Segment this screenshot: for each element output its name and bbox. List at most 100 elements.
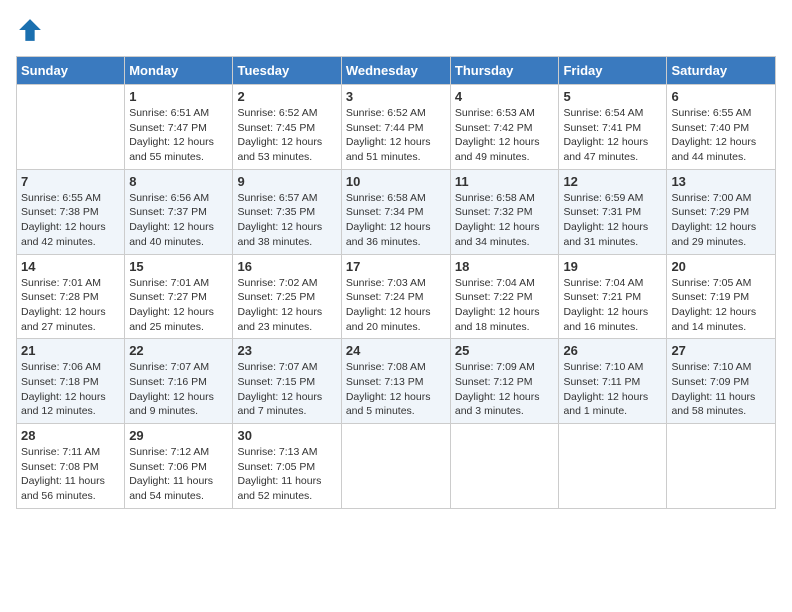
day-number: 25 [455,343,555,358]
calendar-week-row: 14 Sunrise: 7:01 AMSunset: 7:28 PMDaylig… [17,254,776,339]
day-number: 23 [237,343,336,358]
calendar-cell: 7 Sunrise: 6:55 AMSunset: 7:38 PMDayligh… [17,169,125,254]
calendar-cell: 29 Sunrise: 7:12 AMSunset: 7:06 PMDaylig… [125,424,233,509]
day-info: Sunrise: 7:02 AMSunset: 7:25 PMDaylight:… [237,276,336,335]
calendar-cell: 19 Sunrise: 7:04 AMSunset: 7:21 PMDaylig… [559,254,667,339]
calendar-cell: 5 Sunrise: 6:54 AMSunset: 7:41 PMDayligh… [559,85,667,170]
calendar-week-row: 7 Sunrise: 6:55 AMSunset: 7:38 PMDayligh… [17,169,776,254]
day-info: Sunrise: 7:08 AMSunset: 7:13 PMDaylight:… [346,360,446,419]
calendar-cell: 16 Sunrise: 7:02 AMSunset: 7:25 PMDaylig… [233,254,341,339]
day-info: Sunrise: 7:03 AMSunset: 7:24 PMDaylight:… [346,276,446,335]
day-number: 7 [21,174,120,189]
day-info: Sunrise: 6:55 AMSunset: 7:38 PMDaylight:… [21,191,120,250]
day-number: 2 [237,89,336,104]
calendar-cell: 11 Sunrise: 6:58 AMSunset: 7:32 PMDaylig… [450,169,559,254]
calendar-cell: 21 Sunrise: 7:06 AMSunset: 7:18 PMDaylig… [17,339,125,424]
calendar-cell: 3 Sunrise: 6:52 AMSunset: 7:44 PMDayligh… [341,85,450,170]
day-info: Sunrise: 7:04 AMSunset: 7:22 PMDaylight:… [455,276,555,335]
day-number: 1 [129,89,228,104]
calendar-cell: 27 Sunrise: 7:10 AMSunset: 7:09 PMDaylig… [667,339,776,424]
day-number: 29 [129,428,228,443]
calendar-cell: 6 Sunrise: 6:55 AMSunset: 7:40 PMDayligh… [667,85,776,170]
day-number: 13 [671,174,771,189]
header-friday: Friday [559,57,667,85]
day-info: Sunrise: 7:10 AMSunset: 7:11 PMDaylight:… [563,360,662,419]
day-info: Sunrise: 7:11 AMSunset: 7:08 PMDaylight:… [21,445,120,504]
day-info: Sunrise: 6:55 AMSunset: 7:40 PMDaylight:… [671,106,771,165]
calendar-body: 1 Sunrise: 6:51 AMSunset: 7:47 PMDayligh… [17,85,776,509]
day-number: 6 [671,89,771,104]
calendar-cell: 15 Sunrise: 7:01 AMSunset: 7:27 PMDaylig… [125,254,233,339]
day-info: Sunrise: 7:10 AMSunset: 7:09 PMDaylight:… [671,360,771,419]
calendar-week-row: 1 Sunrise: 6:51 AMSunset: 7:47 PMDayligh… [17,85,776,170]
calendar-cell: 10 Sunrise: 6:58 AMSunset: 7:34 PMDaylig… [341,169,450,254]
calendar-week-row: 28 Sunrise: 7:11 AMSunset: 7:08 PMDaylig… [17,424,776,509]
calendar-header-row: Sunday Monday Tuesday Wednesday Thursday… [17,57,776,85]
calendar-cell: 12 Sunrise: 6:59 AMSunset: 7:31 PMDaylig… [559,169,667,254]
calendar-cell [559,424,667,509]
day-info: Sunrise: 6:56 AMSunset: 7:37 PMDaylight:… [129,191,228,250]
day-number: 27 [671,343,771,358]
calendar-cell [341,424,450,509]
calendar-week-row: 21 Sunrise: 7:06 AMSunset: 7:18 PMDaylig… [17,339,776,424]
day-info: Sunrise: 7:05 AMSunset: 7:19 PMDaylight:… [671,276,771,335]
day-info: Sunrise: 7:06 AMSunset: 7:18 PMDaylight:… [21,360,120,419]
header-monday: Monday [125,57,233,85]
calendar-table: Sunday Monday Tuesday Wednesday Thursday… [16,56,776,509]
day-info: Sunrise: 6:59 AMSunset: 7:31 PMDaylight:… [563,191,662,250]
day-number: 15 [129,259,228,274]
header-thursday: Thursday [450,57,559,85]
page-header [16,16,776,44]
day-info: Sunrise: 6:53 AMSunset: 7:42 PMDaylight:… [455,106,555,165]
day-info: Sunrise: 7:07 AMSunset: 7:16 PMDaylight:… [129,360,228,419]
calendar-cell: 13 Sunrise: 7:00 AMSunset: 7:29 PMDaylig… [667,169,776,254]
calendar-cell: 9 Sunrise: 6:57 AMSunset: 7:35 PMDayligh… [233,169,341,254]
day-number: 9 [237,174,336,189]
day-number: 24 [346,343,446,358]
day-info: Sunrise: 7:01 AMSunset: 7:28 PMDaylight:… [21,276,120,335]
day-info: Sunrise: 6:54 AMSunset: 7:41 PMDaylight:… [563,106,662,165]
calendar-cell: 26 Sunrise: 7:10 AMSunset: 7:11 PMDaylig… [559,339,667,424]
day-number: 4 [455,89,555,104]
calendar-cell: 1 Sunrise: 6:51 AMSunset: 7:47 PMDayligh… [125,85,233,170]
logo-icon [16,16,44,44]
day-info: Sunrise: 6:52 AMSunset: 7:44 PMDaylight:… [346,106,446,165]
calendar-cell [667,424,776,509]
calendar-cell: 14 Sunrise: 7:01 AMSunset: 7:28 PMDaylig… [17,254,125,339]
day-info: Sunrise: 7:13 AMSunset: 7:05 PMDaylight:… [237,445,336,504]
day-number: 16 [237,259,336,274]
calendar-cell: 23 Sunrise: 7:07 AMSunset: 7:15 PMDaylig… [233,339,341,424]
day-number: 20 [671,259,771,274]
day-number: 14 [21,259,120,274]
day-info: Sunrise: 7:01 AMSunset: 7:27 PMDaylight:… [129,276,228,335]
day-number: 30 [237,428,336,443]
calendar-cell: 4 Sunrise: 6:53 AMSunset: 7:42 PMDayligh… [450,85,559,170]
day-number: 10 [346,174,446,189]
calendar-cell: 2 Sunrise: 6:52 AMSunset: 7:45 PMDayligh… [233,85,341,170]
day-info: Sunrise: 6:52 AMSunset: 7:45 PMDaylight:… [237,106,336,165]
day-info: Sunrise: 7:00 AMSunset: 7:29 PMDaylight:… [671,191,771,250]
day-info: Sunrise: 7:09 AMSunset: 7:12 PMDaylight:… [455,360,555,419]
calendar-cell: 8 Sunrise: 6:56 AMSunset: 7:37 PMDayligh… [125,169,233,254]
day-number: 5 [563,89,662,104]
day-info: Sunrise: 6:58 AMSunset: 7:32 PMDaylight:… [455,191,555,250]
day-info: Sunrise: 6:57 AMSunset: 7:35 PMDaylight:… [237,191,336,250]
day-number: 3 [346,89,446,104]
calendar-cell [450,424,559,509]
day-number: 18 [455,259,555,274]
header-saturday: Saturday [667,57,776,85]
calendar-cell: 28 Sunrise: 7:11 AMSunset: 7:08 PMDaylig… [17,424,125,509]
day-number: 26 [563,343,662,358]
calendar-cell: 25 Sunrise: 7:09 AMSunset: 7:12 PMDaylig… [450,339,559,424]
day-number: 22 [129,343,228,358]
day-number: 8 [129,174,228,189]
calendar-cell: 18 Sunrise: 7:04 AMSunset: 7:22 PMDaylig… [450,254,559,339]
header-tuesday: Tuesday [233,57,341,85]
calendar-cell: 22 Sunrise: 7:07 AMSunset: 7:16 PMDaylig… [125,339,233,424]
day-number: 28 [21,428,120,443]
header-wednesday: Wednesday [341,57,450,85]
day-info: Sunrise: 7:12 AMSunset: 7:06 PMDaylight:… [129,445,228,504]
calendar-cell [17,85,125,170]
header-sunday: Sunday [17,57,125,85]
day-number: 17 [346,259,446,274]
